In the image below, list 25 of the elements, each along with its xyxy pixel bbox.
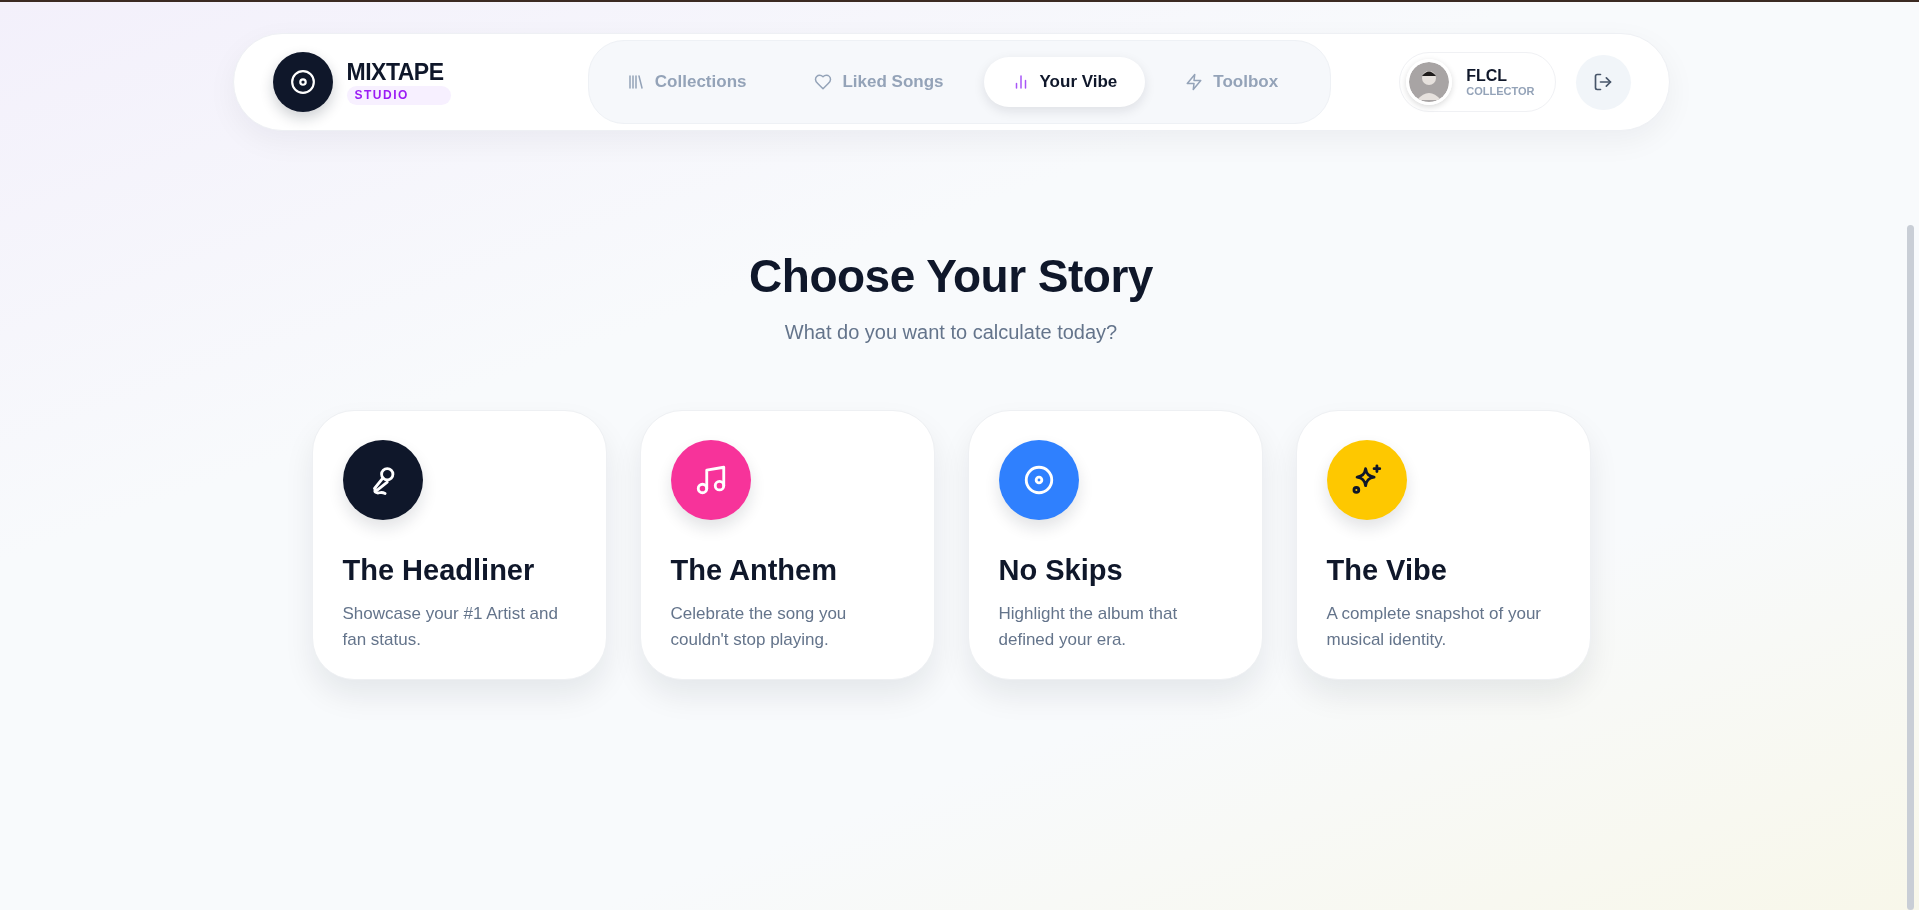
story-card[interactable]: The Headliner Showcase your #1 Artist and fan status. <box>311 410 607 680</box>
story-card[interactable]: The Anthem Celebrate the song you couldn't stop playing. <box>639 410 935 680</box>
card-title: The Vibe <box>1326 554 1447 587</box>
heart-icon <box>814 73 833 91</box>
library-icon <box>626 73 645 91</box>
logo-icon <box>272 52 333 112</box>
brand-badge: STUDIO <box>346 86 451 105</box>
brand-name: MIXTAPE <box>346 59 444 85</box>
card-description: A complete snapshot of your musical identity. <box>1326 603 1543 651</box>
scrollbar[interactable] <box>1907 225 1914 910</box>
user-name: FLCL <box>1466 67 1509 85</box>
card-description: Celebrate the song you couldn't stop playing. <box>670 603 848 651</box>
logout-icon <box>1593 72 1613 92</box>
nav-tab[interactable]: Your Vibe <box>983 57 1146 107</box>
card-description: Highlight the album that defined your era. <box>998 603 1179 651</box>
user-role: COLLECTOR <box>1466 85 1535 97</box>
card-title: The Headliner <box>342 554 535 587</box>
story-card[interactable]: No Skips Highlight the album that defined your era. <box>967 410 1263 680</box>
page-title: Choose Your Story <box>749 249 1153 303</box>
story-card[interactable]: The Vibe A complete snapshot of your musical identity. <box>1295 410 1591 680</box>
card-description: Showcase your #1 Artist and fan status. <box>342 603 559 651</box>
lightning-icon <box>1185 73 1204 91</box>
card-title: The Anthem <box>670 554 837 587</box>
card-title: No Skips <box>998 554 1123 587</box>
page-subtitle: What do you want to calculate today? <box>784 321 1118 344</box>
